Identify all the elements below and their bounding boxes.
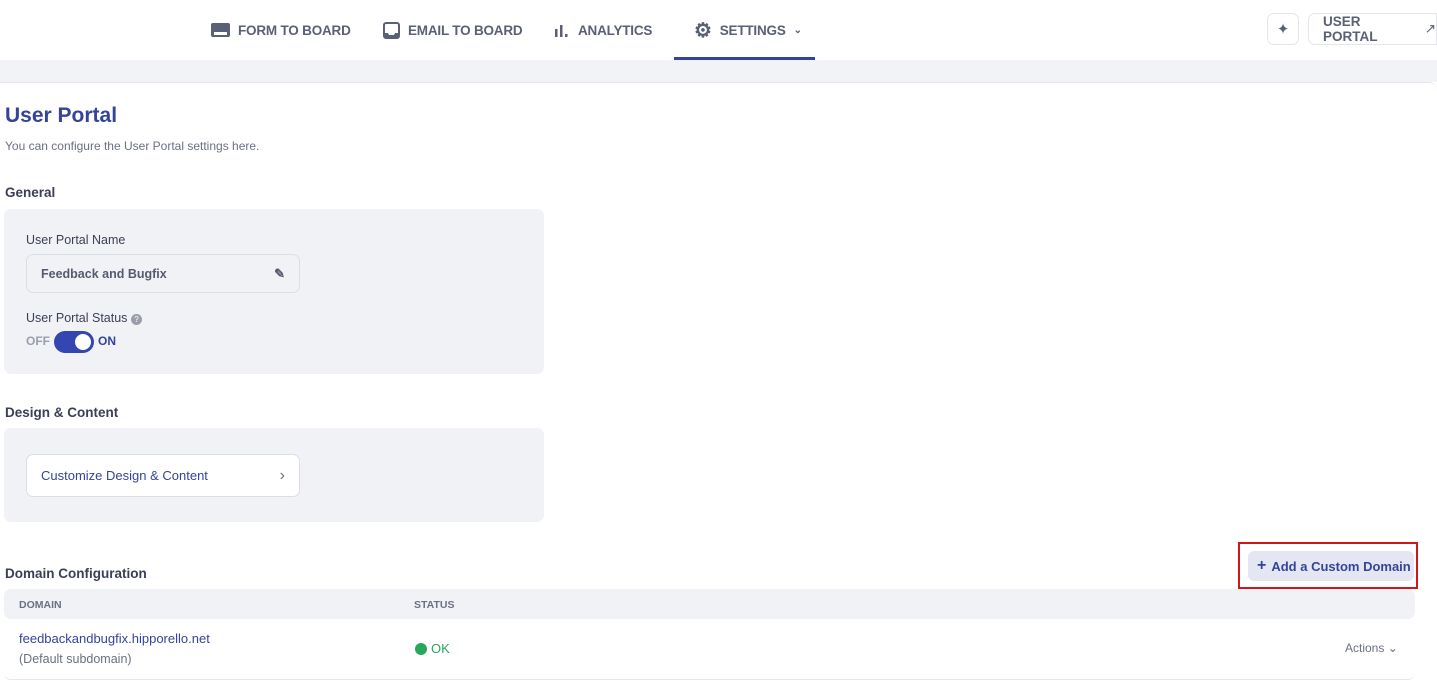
nav-analytics[interactable]: ANALYTICS — [554, 0, 652, 60]
nav-form-to-board[interactable]: FORM TO BOARD — [211, 0, 351, 60]
portal-name-label: User Portal Name — [26, 233, 126, 247]
ai-sparkle-button[interactable]: ✦ — [1267, 13, 1299, 45]
domain-table-header: DOMAIN STATUS — [4, 589, 1415, 619]
page-subtitle: You can configure the User Portal settin… — [5, 139, 260, 153]
chevron-down-icon: ⌄ — [1387, 641, 1398, 655]
portal-status-label: User Portal Status ? — [26, 311, 142, 325]
status-badge: OK — [415, 641, 450, 656]
design-heading: Design & Content — [5, 405, 119, 420]
help-icon[interactable]: ? — [130, 314, 142, 325]
chevron-down-icon: ⌄ — [793, 24, 802, 36]
inbox-icon — [383, 21, 400, 39]
portal-name-input[interactable]: Feedback and Bugfix ✎ — [26, 254, 300, 293]
add-domain-label: Add a Custom Domain — [1271, 558, 1411, 574]
top-nav-bar: FORM TO BOARD EMAIL TO BOARD ANALYTICS ⚙… — [0, 0, 1437, 60]
sparkle-icon: ✦ — [1276, 21, 1290, 38]
pencil-icon[interactable]: ✎ — [274, 266, 285, 282]
actions-dropdown[interactable]: Actions ⌄ — [1345, 641, 1398, 655]
domain-heading: Domain Configuration — [5, 566, 147, 581]
column-domain: DOMAIN — [19, 599, 62, 611]
bar-chart-icon — [555, 25, 568, 37]
portal-name-value: Feedback and Bugfix — [41, 266, 167, 281]
external-link-icon: ↗ — [1424, 21, 1436, 36]
portal-status-toggle[interactable] — [54, 331, 94, 353]
nav-label: SETTINGS — [719, 22, 786, 38]
nav-label: FORM TO BOARD — [238, 22, 351, 38]
add-custom-domain-button[interactable]: + Add a Custom Domain — [1248, 551, 1414, 581]
user-portal-label: USER PORTAL — [1323, 14, 1378, 44]
nav-label: ANALYTICS — [578, 22, 653, 38]
plus-icon: + — [1257, 557, 1267, 574]
nav-label: EMAIL TO BOARD — [408, 22, 523, 38]
domain-note: (Default subdomain) — [19, 652, 132, 666]
status-dot-icon — [415, 642, 427, 655]
header-band — [0, 60, 1437, 82]
gear-icon: ⚙ — [694, 19, 712, 42]
chevron-right-icon: › — [279, 466, 285, 484]
general-heading: General — [5, 185, 56, 200]
form-icon — [211, 23, 230, 37]
user-portal-button[interactable]: USER PORTAL ↗ — [1308, 13, 1437, 45]
column-status: STATUS — [414, 599, 455, 611]
customize-design-button[interactable]: Customize Design & Content › — [26, 454, 300, 497]
toggle-on-label: ON — [98, 334, 116, 348]
page-title: User Portal — [5, 104, 118, 127]
nav-settings[interactable]: ⚙ SETTINGS ⌄ — [674, 0, 815, 60]
toggle-off-label: OFF — [26, 334, 50, 348]
domain-link[interactable]: feedbackandbugfix.hipporello.net — [19, 631, 210, 646]
table-row: feedbackandbugfix.hipporello.net (Defaul… — [4, 619, 1415, 680]
customize-label: Customize Design & Content — [41, 468, 208, 483]
nav-email-to-board[interactable]: EMAIL TO BOARD — [383, 0, 523, 60]
